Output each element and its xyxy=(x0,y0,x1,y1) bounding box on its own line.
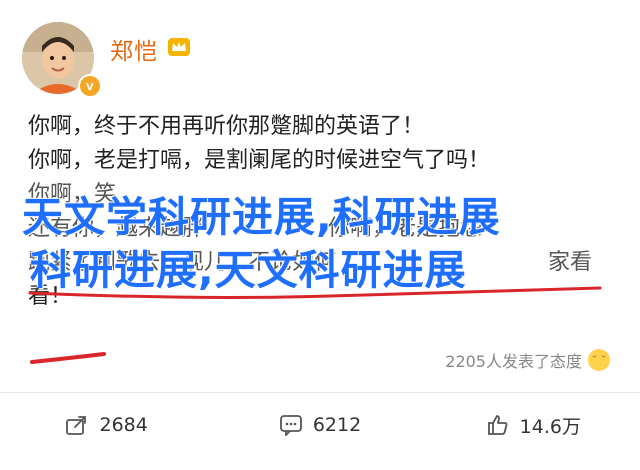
post-line-2: 你啊，老是打嗝，是割阑尾的时候进空气了吗！ xyxy=(28,148,491,173)
crown-icon xyxy=(168,38,190,56)
reaction-summary[interactable]: 2205人发表了态度 ˘ ˘ xyxy=(445,348,610,372)
share-button[interactable]: 2684 xyxy=(0,405,213,445)
username[interactable]: 郑恺 xyxy=(110,32,158,66)
watermark-line-2: 科研进展,天文科研进展 xyxy=(30,246,467,294)
reaction-count-text: 2205人发表了态度 xyxy=(445,352,582,371)
post-line-1: 你啊，终于不用再听你那蹩脚的英语了！ xyxy=(28,114,425,139)
weibo-post: V 郑恺 你啊，终于不用再听你那蹩脚的英语了！ 你啊，老是打嗝，是割阑尾的时候进… xyxy=(0,0,640,470)
divider xyxy=(0,392,640,393)
like-count: 14.6万 xyxy=(519,415,581,438)
comment-icon xyxy=(279,415,302,436)
share-icon xyxy=(66,416,87,435)
watermark-line-1: 天文学科研进展,科研进展 xyxy=(22,193,501,241)
svg-text:V: V xyxy=(86,82,94,92)
like-button[interactable]: 14.6万 xyxy=(427,405,640,445)
comment-count: 6212 xyxy=(312,414,362,436)
post-line-5b: 家看 xyxy=(548,250,593,275)
share-count: 2684 xyxy=(99,414,148,436)
thumbs-up-icon xyxy=(487,415,508,435)
comment-button[interactable]: 6212 xyxy=(213,405,426,445)
action-bar: 2684 6212 14.6万 xyxy=(0,405,640,445)
emoji-face-icon: ˘ ˘ xyxy=(588,349,610,371)
verified-badge-icon: V xyxy=(78,74,102,98)
